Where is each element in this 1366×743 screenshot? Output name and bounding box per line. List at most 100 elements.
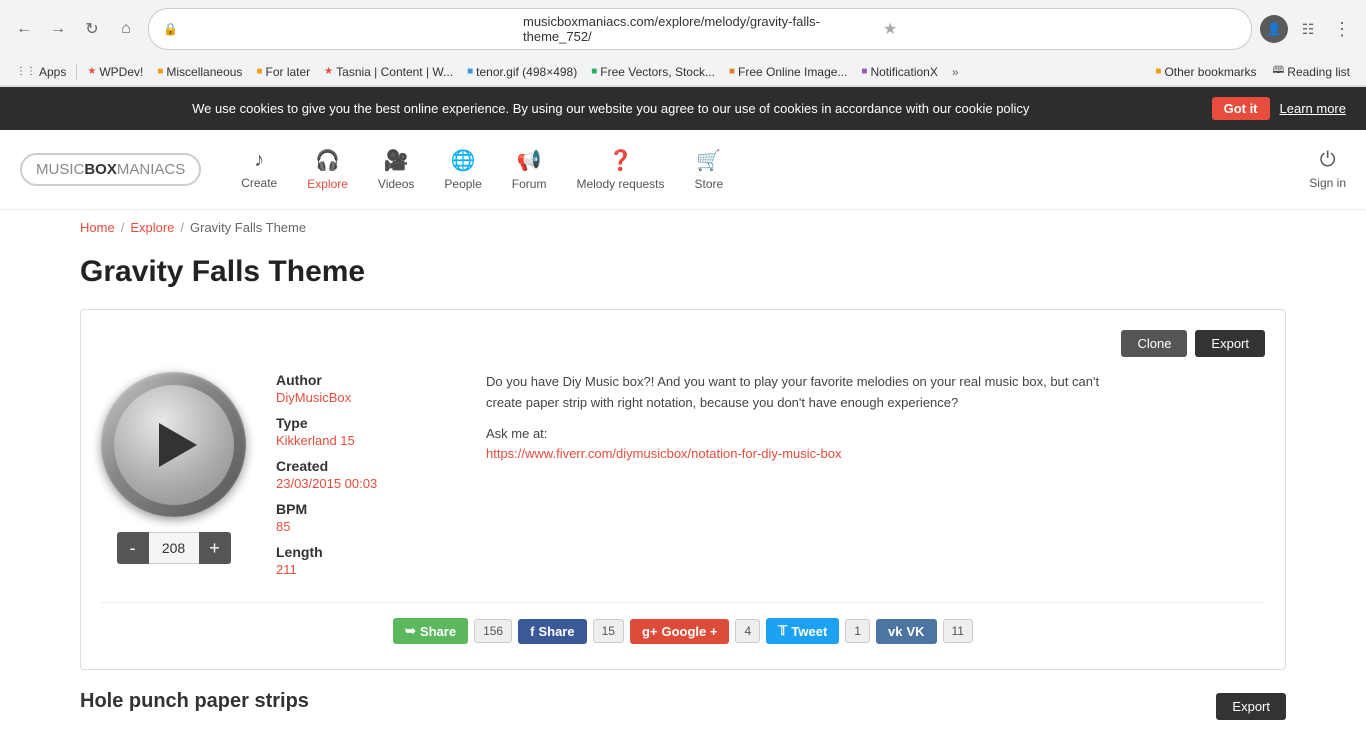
signin-button[interactable]: ⏻ Sign in [1309, 149, 1346, 190]
play-button[interactable] [101, 372, 246, 517]
bookmark-freeimage[interactable]: ■ Free Online Image... [723, 63, 853, 81]
bpm-label: BPM [276, 501, 456, 517]
nav-store-label: Store [695, 177, 724, 191]
length-value: 211 [276, 562, 456, 577]
nav-store[interactable]: 🛒 Store [695, 148, 724, 191]
breadcrumb-explore[interactable]: Explore [130, 220, 174, 235]
home-button[interactable]: ⌂ [112, 15, 140, 43]
bookmark-label: Free Online Image... [738, 65, 847, 79]
bookmark-icon-nx: ■ [861, 66, 867, 77]
profile-button[interactable]: 👤 [1260, 15, 1288, 43]
more-label: » [952, 65, 959, 79]
description-line1: Do you have Diy Music box?! And you want… [486, 372, 1265, 393]
got-it-button[interactable]: Got it [1212, 97, 1270, 120]
bookmark-forlater[interactable]: ■ For later [250, 63, 316, 81]
vk-share-button[interactable]: vk VK [876, 619, 937, 644]
nav-people[interactable]: 🌐 People [444, 148, 481, 191]
tw-label: Tweet [791, 624, 827, 639]
twitter-icon: 𝕋 [778, 623, 787, 639]
learn-more-link[interactable]: Learn more [1280, 101, 1346, 116]
site-logo[interactable]: MUSICBOXMANIACS [20, 153, 201, 186]
nav-create[interactable]: ♪ Create [241, 149, 277, 190]
bookmark-icon-reading: 🕮 [1273, 63, 1285, 80]
fiverr-link[interactable]: https://www.fiverr.com/diymusicbox/notat… [486, 446, 841, 461]
bookmark-icon-wpdev: ★ [87, 66, 96, 77]
vk-label: VK [906, 624, 924, 639]
vk-count: 11 [943, 619, 973, 643]
forward-button[interactable]: → [44, 15, 72, 43]
hole-punch-export-button[interactable]: Export [1216, 693, 1286, 720]
logo-music: MUSIC [36, 161, 84, 178]
bookmark-divider [76, 64, 77, 80]
create-icon: ♪ [254, 149, 264, 172]
menu-button[interactable]: ⋮ [1328, 15, 1356, 43]
bookmark-icon-tenor: ■ [467, 66, 473, 77]
apps-bookmark[interactable]: ⋮⋮ Apps [10, 63, 72, 81]
signin-label: Sign in [1309, 176, 1346, 190]
bookmark-notificationx[interactable]: ■ NotificationX [855, 63, 943, 81]
bookmark-tenor[interactable]: ■ tenor.gif (498×498) [461, 63, 583, 81]
bookmark-icon-misc: ■ [157, 66, 163, 77]
gplus-icon: g+ [642, 624, 658, 639]
card-header: Clone Export [101, 330, 1265, 357]
bookmark-label: tenor.gif (498×498) [476, 65, 577, 79]
bookmark-more[interactable]: » [946, 63, 965, 81]
breadcrumb-sep-1: / [121, 220, 125, 235]
nav-melody-requests[interactable]: ❓ Melody requests [576, 148, 664, 191]
people-icon: 🌐 [451, 148, 476, 173]
author-value[interactable]: DiyMusicBox [276, 390, 456, 405]
site-header: MUSICBOXMANIACS ♪ Create 🎧 Explore 🎥 Vid… [0, 130, 1366, 210]
nav-people-label: People [444, 177, 481, 191]
bookmark-freevectors[interactable]: ■ Free Vectors, Stock... [585, 63, 721, 81]
breadcrumb-sep-2: / [180, 220, 184, 235]
export-button[interactable]: Export [1195, 330, 1265, 357]
fb-count: 15 [593, 619, 624, 643]
tempo-increase-button[interactable]: + [199, 532, 231, 564]
bookmark-misc[interactable]: ■ Miscellaneous [151, 63, 248, 81]
nav-buttons: ← → ↻ ⌂ [10, 15, 140, 43]
melody-card: Clone Export - 208 + Author Diy [80, 309, 1286, 670]
bookmark-label: Tasnia | Content | W... [336, 65, 453, 79]
bookmark-icon-fv: ■ [591, 66, 597, 77]
bookmark-label: NotificationX [870, 65, 937, 79]
share-label: Share [420, 624, 456, 639]
refresh-button[interactable]: ↻ [78, 15, 106, 43]
type-value: Kikkerland 15 [276, 433, 456, 448]
bookmark-reading[interactable]: 🕮 Reading list [1267, 61, 1357, 82]
clone-button[interactable]: Clone [1121, 330, 1187, 357]
bookmark-tasnia[interactable]: ★ Tasnia | Content | W... [318, 63, 459, 81]
bookmark-wpdev[interactable]: ★ WPDev! [81, 63, 149, 81]
ask-me-section: Ask me at: https://www.fiverr.com/diymus… [486, 424, 1265, 466]
bookmark-icon-forlater: ■ [256, 66, 262, 77]
nav-explore-label: Explore [307, 177, 348, 191]
created-value: 23/03/2015 00:03 [276, 476, 456, 491]
bookmarks-bar: ⋮⋮ Apps ★ WPDev! ■ Miscellaneous ■ For l… [0, 58, 1366, 86]
breadcrumb-home[interactable]: Home [80, 220, 115, 235]
address-bar[interactable]: 🔒 musicboxmaniacs.com/explore/melody/gra… [148, 8, 1252, 50]
play-triangle-icon [159, 423, 197, 467]
nav-forum[interactable]: 📢 Forum [512, 148, 547, 191]
facebook-share-button[interactable]: f Share [518, 619, 586, 644]
url-text: musicboxmaniacs.com/explore/melody/gravi… [523, 14, 877, 44]
page-title: Gravity Falls Theme [80, 255, 1286, 289]
nav-videos[interactable]: 🎥 Videos [378, 148, 414, 191]
bookmark-other[interactable]: ■ Other bookmarks [1149, 61, 1262, 82]
back-button[interactable]: ← [10, 15, 38, 43]
nav-explore[interactable]: 🎧 Explore [307, 148, 348, 191]
breadcrumb-current: Gravity Falls Theme [190, 220, 306, 235]
melody-requests-icon: ❓ [608, 148, 633, 173]
tempo-decrease-button[interactable]: - [117, 532, 149, 564]
signin-icon: ⏻ [1320, 149, 1336, 172]
twitter-share-button[interactable]: 𝕋 Tweet [766, 618, 839, 644]
share-bar: ➥ Share 156 f Share 15 g+ Google + 4 𝕋 T… [101, 602, 1265, 649]
gplus-share-button[interactable]: g+ Google + [630, 619, 730, 644]
apps-label: Apps [39, 65, 66, 79]
share-button[interactable]: ➥ Share [393, 618, 468, 644]
apps-grid-icon: ⋮⋮ [16, 66, 36, 77]
card-body: - 208 + Author DiyMusicBox Type Kikkerla… [101, 372, 1265, 587]
extensions-button[interactable]: ☷ [1294, 15, 1322, 43]
share-icon: ➥ [405, 623, 416, 639]
length-label: Length [276, 544, 456, 560]
hole-punch-section-header: Hole punch paper strips Export [80, 690, 1286, 723]
breadcrumb: Home / Explore / Gravity Falls Theme [80, 220, 1286, 235]
